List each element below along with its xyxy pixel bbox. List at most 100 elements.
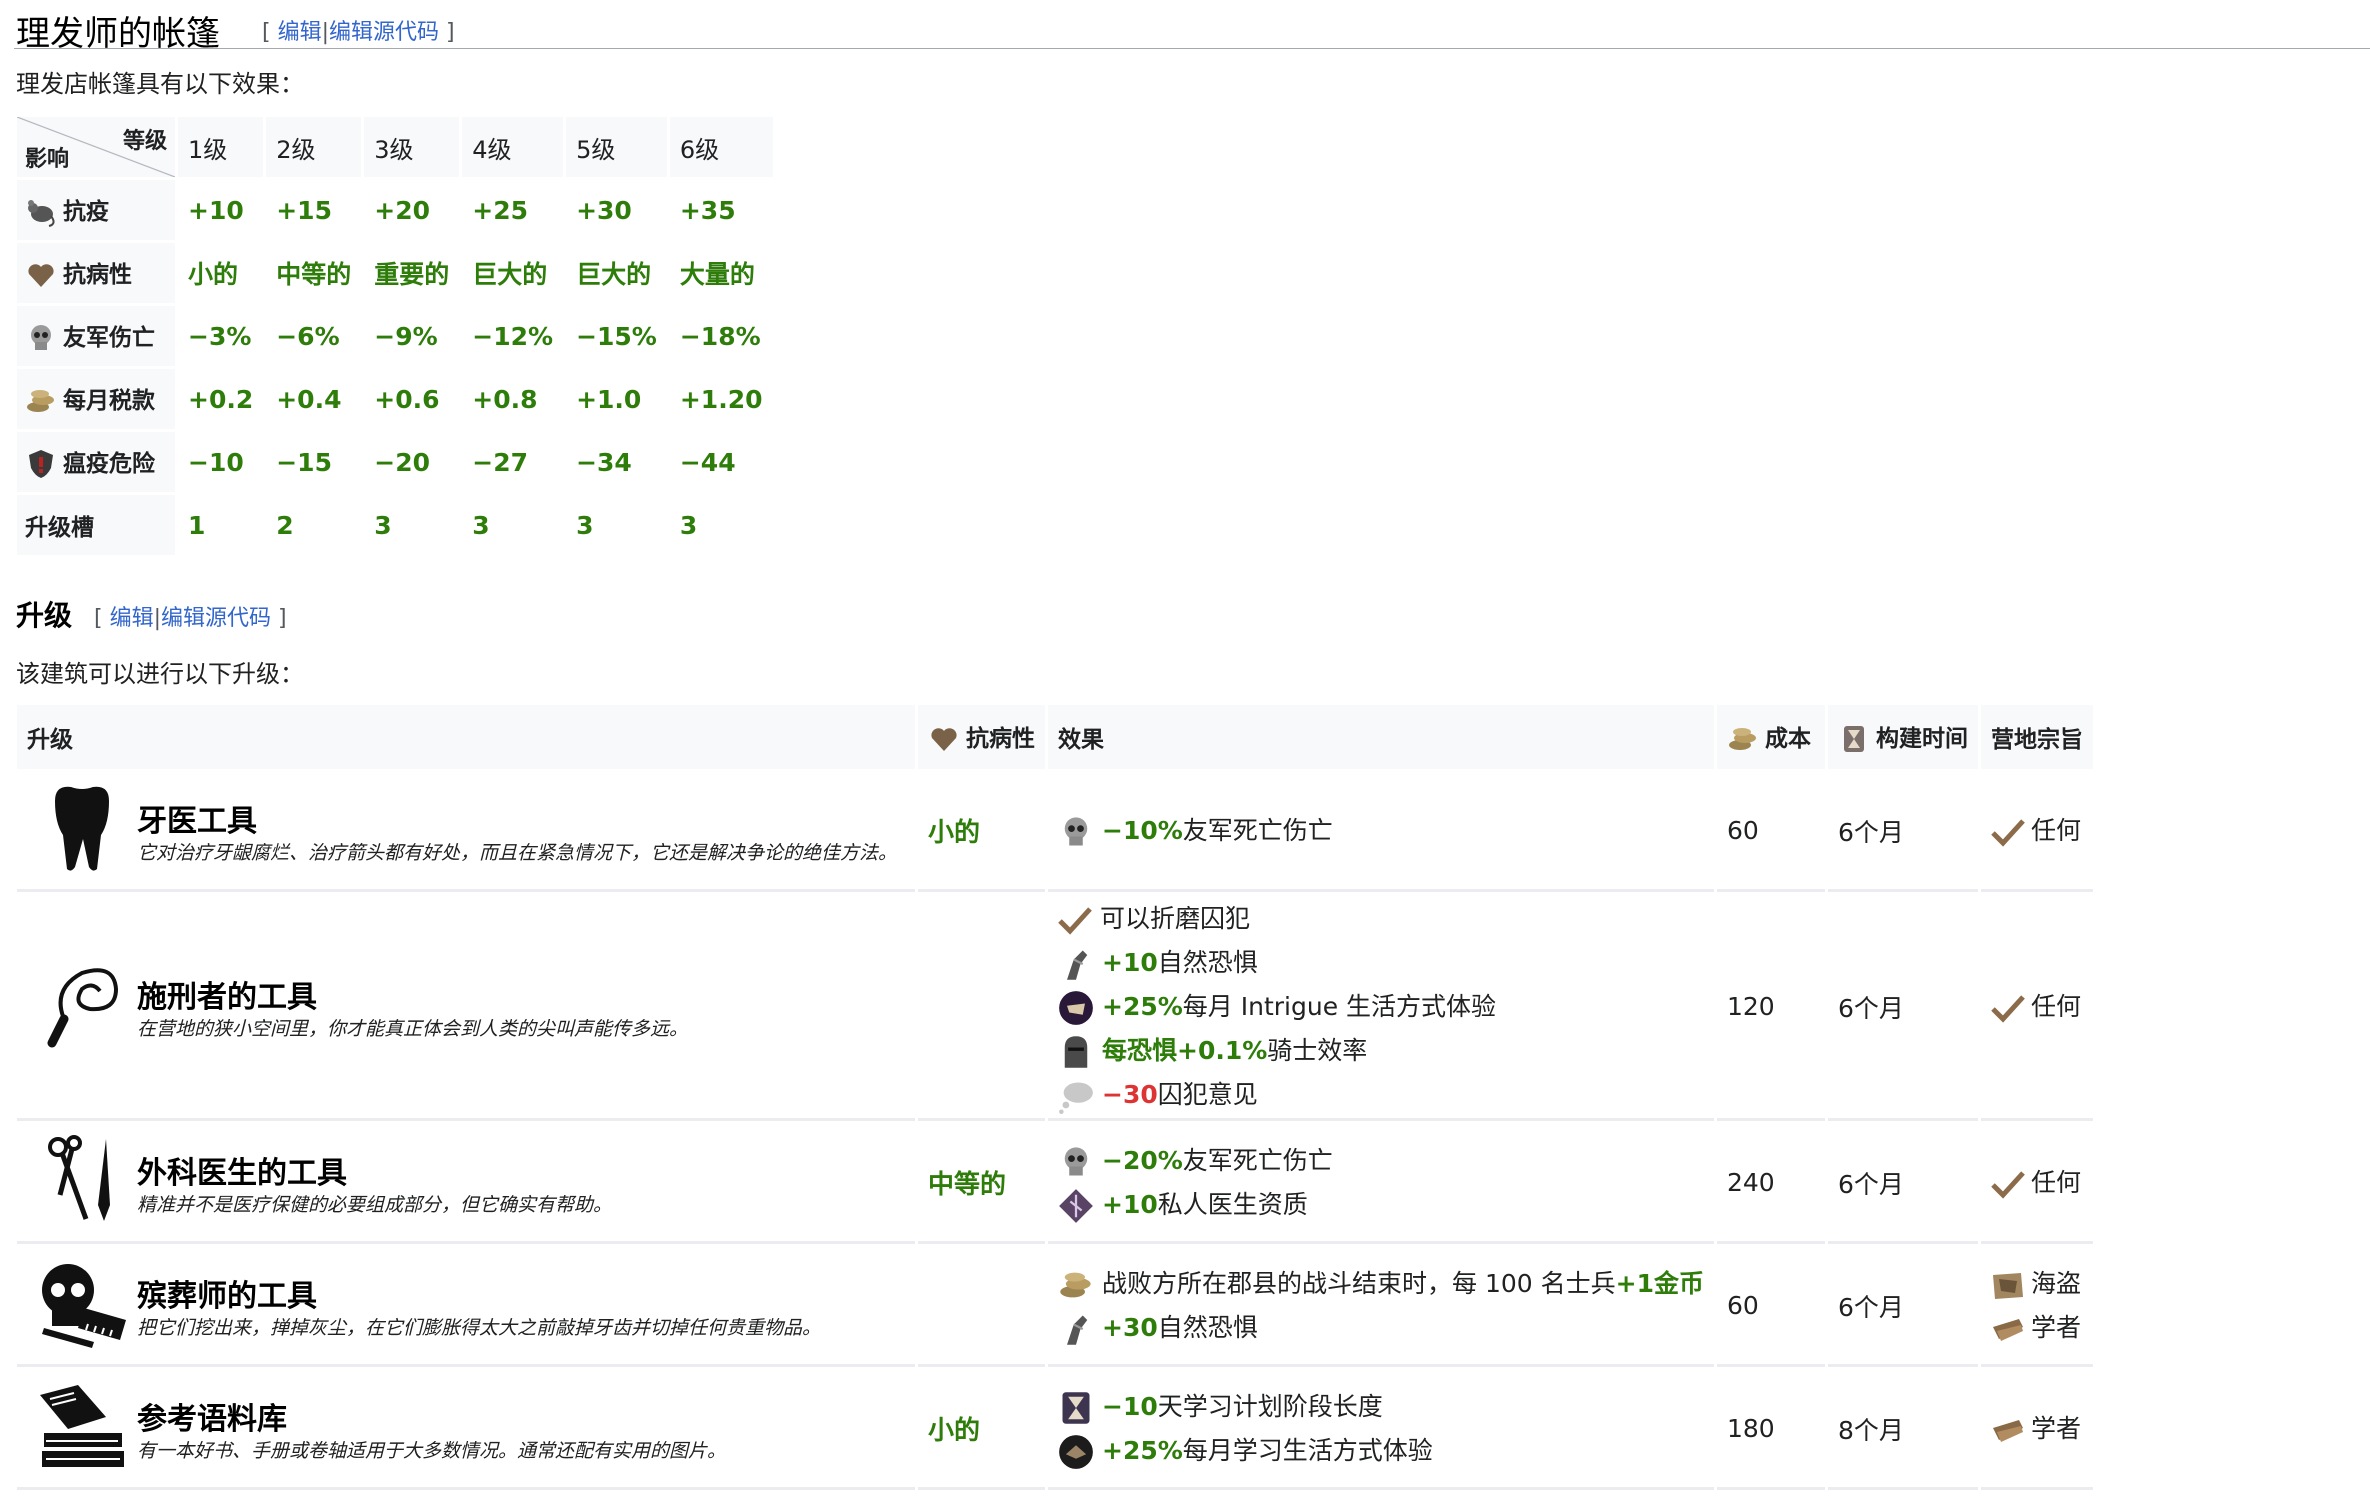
camp-line: 任何 (1991, 809, 2083, 853)
time-cell: 6个月 (1827, 895, 1978, 1121)
table-cell: 重要的 (364, 243, 460, 303)
learning-icon (1059, 1434, 1093, 1469)
level-header: 2级 (266, 117, 362, 177)
upgrade-cell: 参考语料库 有一本好书、手册或卷轴适用于大多数情况。通常还配有实用的图片。 (17, 1370, 915, 1490)
row-header: 升级槽 (17, 495, 175, 555)
effect-text: 友军死亡伤亡 (1182, 1145, 1333, 1175)
upgrade-cell: 殡葬师的工具 把它们挖出来，掸掉灰尘，在它们膨胀得太大之前敲掉牙齿并切掉任何贵重… (17, 1247, 915, 1367)
coins-icon (27, 390, 54, 413)
header-label: 构建时间 (1875, 725, 1968, 752)
upgrade-cell: 施刑者的工具 在营地的狭小空间里，你才能真正体会到人类的尖叫声能传多远。 (17, 895, 915, 1121)
effect-line: +10自然恐惧 (1058, 941, 1704, 985)
effect-value: +30 (1102, 1312, 1158, 1342)
effect-cell: −10%友军死亡伤亡 (1048, 772, 1714, 892)
skull-icon (31, 325, 51, 351)
table-cell: −12% (462, 306, 564, 366)
edit-link[interactable]: 编辑 (278, 20, 322, 45)
time-cell: 6个月 (1827, 1124, 1978, 1244)
table-cell: 3 (364, 495, 460, 555)
check-icon (1991, 994, 2025, 1023)
heart-icon (931, 728, 957, 752)
effect-line: 每恐惧+0.1%骑士效率 (1058, 1029, 1704, 1073)
table-row: 施刑者的工具 在营地的狭小空间里，你才能真正体会到人类的尖叫声能传多远。 可以折… (17, 895, 2093, 1121)
row-header: 抗病性 (17, 243, 175, 303)
upgrade-name: 施刑者的工具 (137, 979, 317, 1015)
table-cell: +30 (566, 180, 667, 240)
level-header: 1级 (178, 117, 264, 177)
table-cell: +10 (178, 180, 264, 240)
table-cell: 小的 (178, 243, 264, 303)
effect-line: 可以折磨囚犯 (1058, 897, 1704, 941)
level-header: 5级 (566, 117, 667, 177)
camp-label: 任何 (2030, 1167, 2081, 1197)
camp-line: 学者 (1991, 1306, 2083, 1350)
time-cell: 6个月 (1827, 1247, 1978, 1367)
table-cell: −15% (566, 306, 667, 366)
camp-line: 任何 (1991, 985, 2083, 1029)
edit-source-link[interactable]: 编辑源代码 (161, 606, 271, 631)
camp-label: 海盗 (2030, 1268, 2081, 1298)
row-label: 每月税款 (63, 387, 155, 414)
header-effect: 效果 (1048, 705, 1714, 769)
edit-separator: | (153, 606, 162, 631)
corner-header: 等级 影响 (17, 117, 175, 177)
edit-link[interactable]: 编辑 (110, 606, 154, 631)
heading-divider (14, 48, 2370, 49)
effect-value: +25% (1102, 1435, 1183, 1465)
table-cell: 大量的 (669, 243, 773, 303)
upgrade-text: 殡葬师的工具 把它们挖出来，掸掉灰尘，在它们膨胀得太大之前敲掉牙齿并切掉任何贵重… (137, 1271, 897, 1341)
table-cell: +0.4 (266, 369, 362, 429)
table-cell: 巨大的 (566, 243, 667, 303)
table-cell: 中等的 (266, 243, 362, 303)
corner-bottom-label: 影响 (25, 147, 70, 172)
camp-line: 任何 (1991, 1161, 2083, 1205)
table-cell: −6% (266, 306, 362, 366)
effects-table: 等级 影响 1级 2级 3级 4级 5级 6级 抗疫 +10 +15 +20 +… (14, 114, 776, 558)
table-cell: −15 (266, 432, 362, 492)
skull-icon (1064, 816, 1088, 845)
level-header: 4级 (462, 117, 564, 177)
effect-text: 每月学习生活方式体验 (1182, 1435, 1433, 1465)
table-cell: −44 (669, 432, 773, 492)
upgrade-desc: 在营地的狭小空间里，你才能真正体会到人类的尖叫声能传多远。 (137, 1017, 689, 1040)
check-icon (1991, 818, 2025, 847)
table-cell: −9% (364, 306, 460, 366)
heart-icon (28, 264, 54, 288)
row-label: 抗病性 (63, 261, 132, 288)
edit-source-link[interactable]: 编辑源代码 (329, 20, 439, 45)
table-cell: −3% (178, 306, 264, 366)
camp-cell: 任何 (1980, 772, 2093, 892)
table-row: 牙医工具 它对治疗牙龈腐烂、治疗箭头都有好处，而且在紧急情况下，它还是解决争论的… (17, 772, 2093, 892)
edit-links: [ 编辑|编辑源代码 ] (262, 14, 455, 46)
effect-line: −30囚犯意见 (1058, 1073, 1704, 1117)
resistance-cell: 小的 (918, 772, 1045, 892)
effect-value: −10 (1102, 1391, 1158, 1421)
coins-icon (1728, 728, 1756, 751)
scholar-icon (1992, 1419, 2023, 1442)
effect-text: 可以折磨囚犯 (1100, 903, 1251, 933)
upgrades-intro: 该建筑可以进行以下升级： (16, 660, 304, 688)
table-cell: 巨大的 (462, 243, 564, 303)
upgrade-desc: 精准并不是医疗保健的必要组成部分，但它确实有帮助。 (137, 1193, 613, 1216)
effect-line: +30自然恐惧 (1058, 1306, 1704, 1350)
time-cell: 8个月 (1827, 1370, 1978, 1490)
effect-text: 私人医生资质 (1157, 1189, 1308, 1219)
table-cell: +20 (364, 180, 460, 240)
table-cell: +35 (669, 180, 773, 240)
effect-cell: 可以折磨囚犯 +10自然恐惧 +25%每月 Intrigue 生活方式体验 每恐… (1048, 895, 1714, 1121)
table-cell: 3 (669, 495, 773, 555)
resistance-cell (918, 895, 1045, 1121)
table-cell: +0.6 (364, 369, 460, 429)
edit-bracket-open: [ (262, 20, 271, 45)
intrigue-icon (1059, 990, 1093, 1025)
upgrade-text: 牙医工具 它对治疗牙龈腐烂、治疗箭头都有好处，而且在紧急情况下，它还是解决争论的… (137, 796, 897, 866)
effect-line: −10天学习计划阶段长度 (1058, 1385, 1704, 1429)
effect-cell: 战败方所在郡县的战斗结束时，每 100 名士兵+1金币 +30自然恐惧 (1048, 1247, 1714, 1367)
table-cell: −18% (669, 306, 773, 366)
upgrade-cell: 外科医生的工具 精准并不是医疗保健的必要组成部分，但它确实有帮助。 (17, 1124, 915, 1244)
cost-cell: 60 (1716, 1247, 1825, 1367)
rat-icon (28, 200, 55, 228)
effect-text: 自然恐惧 (1157, 947, 1258, 977)
header-resistance: 抗病性 (918, 705, 1045, 769)
resistance-cell: 中等的 (918, 1124, 1045, 1244)
